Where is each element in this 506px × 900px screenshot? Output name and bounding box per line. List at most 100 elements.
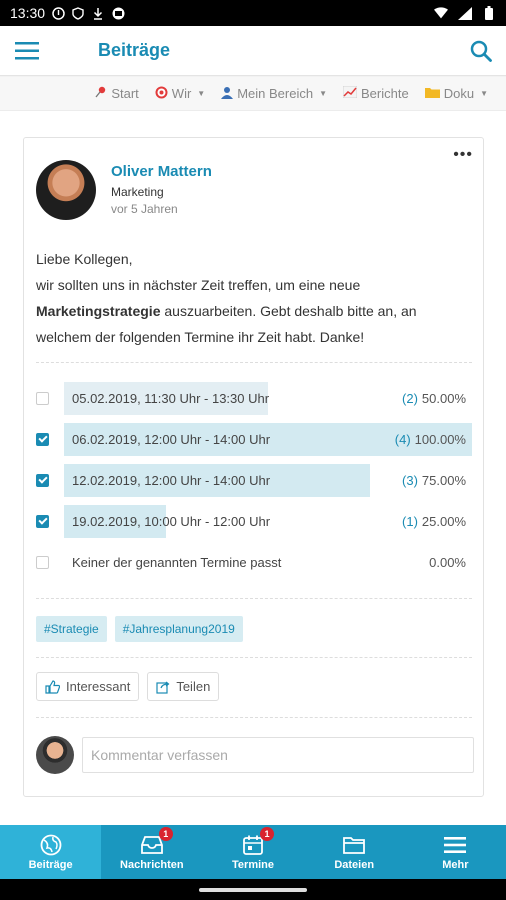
share-icon <box>156 681 170 694</box>
status-time: 13:30 <box>10 5 46 21</box>
poll-result: (2) 50.00% <box>402 391 466 406</box>
poll-option[interactable]: 06.02.2019, 12:00 Uhr - 14:00 Uhr (4) 100… <box>36 419 472 460</box>
poll-result: (3) 75.00% <box>402 473 466 488</box>
caret-down-icon: ▼ <box>197 89 206 98</box>
tab-nachrichten[interactable]: 1 Nachrichten <box>101 825 202 879</box>
tab-dateien[interactable]: Dateien <box>304 825 405 879</box>
subnav-label: Berichte <box>361 86 409 101</box>
poll-option-label: Keiner der genannten Termine passt <box>72 555 282 570</box>
subnav-item-berichte[interactable]: Berichte <box>342 85 409 101</box>
poll-count: (1) <box>402 514 418 529</box>
interesting-button[interactable]: Interessant <box>36 672 140 701</box>
interesting-label: Interessant <box>66 679 131 694</box>
poll-count: (3) <box>402 473 418 488</box>
caret-down-icon: ▼ <box>319 89 328 98</box>
poll-result: 0.00% <box>425 555 466 570</box>
tab-label: Mehr <box>442 858 469 871</box>
folder-icon <box>342 834 366 856</box>
folder-icon <box>424 86 440 101</box>
person-icon <box>221 86 234 102</box>
chart-icon <box>342 85 358 101</box>
post-text-line: Liebe Kollegen, <box>36 251 133 267</box>
subnav-item-start[interactable]: Start <box>95 86 139 101</box>
poll-option-label: 05.02.2019, 11:30 Uhr - 13:30 Uhr <box>72 391 270 406</box>
divider <box>36 598 472 599</box>
comment-input[interactable] <box>82 737 474 773</box>
calendar-icon: 1 <box>241 826 274 856</box>
poll-percent: 25.00% <box>421 514 466 529</box>
battery-icon <box>482 6 496 20</box>
divider <box>36 717 472 718</box>
post-text-line: welchem der folgenden Termine ihr Zeit h… <box>36 329 365 345</box>
sub-navigation: Start Wir ▼ Mein Bereich ▼ Berichte Doku… <box>0 77 506 111</box>
tab-mehr[interactable]: Mehr <box>405 825 506 879</box>
poll-checkbox[interactable] <box>36 556 49 569</box>
app-bar: Beiträge <box>0 26 506 76</box>
subnav-item-wir[interactable]: Wir ▼ <box>155 86 205 102</box>
post-card: ••• Oliver Mattern Marketing vor 5 Jahre… <box>23 137 484 797</box>
author-name[interactable]: Oliver Mattern <box>111 162 212 182</box>
hashtag[interactable]: #Strategie <box>36 616 107 642</box>
subnav-label: Mein Bereich <box>237 86 314 101</box>
poll-percent: 100.00% <box>414 432 466 447</box>
poll-percent: 50.00% <box>421 391 466 406</box>
search-icon <box>470 40 492 62</box>
more-options-icon[interactable]: ••• <box>453 146 473 164</box>
post-text-bold: Marketingstrategie <box>36 303 161 319</box>
poll-option[interactable]: 12.02.2019, 12:00 Uhr - 14:00 Uhr (3) 75.… <box>36 460 472 501</box>
notification-badge: 1 <box>158 826 173 841</box>
hashtag[interactable]: #Jahresplanung2019 <box>114 616 243 642</box>
poll-percent: 0.00% <box>429 555 466 570</box>
poll-option[interactable]: 19.02.2019, 10:00 Uhr - 12:00 Uhr (1) 25.… <box>36 501 472 542</box>
globe-icon <box>39 834 63 856</box>
system-gesture-bar <box>0 879 506 900</box>
poll-result: (4) 100.00% <box>395 432 466 447</box>
tab-label: Dateien <box>334 858 375 871</box>
shield-icon <box>71 6 85 20</box>
poll-option-label: 12.02.2019, 12:00 Uhr - 14:00 Uhr <box>72 473 271 488</box>
comment-composer <box>36 736 474 774</box>
download-icon <box>91 6 105 20</box>
tab-label: Nachrichten <box>120 858 184 871</box>
wifi-icon <box>434 6 448 20</box>
share-button[interactable]: Teilen <box>147 672 220 701</box>
caret-down-icon: ▼ <box>480 89 488 98</box>
poll-percent: 75.00% <box>421 473 466 488</box>
poll-result: (1) 25.00% <box>402 514 466 529</box>
tab-beitraege[interactable]: Beiträge <box>0 825 102 879</box>
subnav-item-mein-bereich[interactable]: Mein Bereich ▼ <box>221 86 327 102</box>
tab-termine[interactable]: 1 Termine <box>202 825 303 879</box>
poll-checkbox[interactable] <box>36 392 49 405</box>
post-timestamp: vor 5 Jahren <box>111 202 178 216</box>
alert-icon <box>51 6 65 20</box>
menu-icon <box>443 834 467 856</box>
poll-count: (4) <box>394 432 411 447</box>
pin-icon <box>95 86 107 101</box>
page-title: Beiträge <box>98 40 171 60</box>
target-icon <box>155 86 168 102</box>
subnav-label: Start <box>111 86 139 101</box>
subnav-item-doku[interactable]: Doku ▼ <box>424 86 488 101</box>
search-button[interactable] <box>456 26 506 76</box>
home-gesture-handle[interactable] <box>199 887 307 892</box>
post-text-line: wir sollten uns in nächster Zeit treffen… <box>36 277 361 293</box>
post-actions: Interessant Teilen <box>36 672 220 701</box>
poll-checkbox[interactable] <box>36 515 49 528</box>
poll-option-label: 06.02.2019, 12:00 Uhr - 14:00 Uhr <box>72 432 271 447</box>
poll-checkbox[interactable] <box>36 474 49 487</box>
app-notification-icon <box>111 6 125 20</box>
subnav-label: Doku <box>443 86 475 101</box>
inbox-icon: 1 <box>140 826 173 856</box>
thumbs-up-icon <box>45 679 60 694</box>
menu-button[interactable] <box>0 26 54 76</box>
bottom-navigation: Beiträge 1 Nachrichten 1 Termine Dateien… <box>0 825 506 879</box>
poll-option[interactable]: 05.02.2019, 11:30 Uhr - 13:30 Uhr (2) 50.… <box>36 378 472 419</box>
author-department: Marketing <box>111 185 164 199</box>
poll-option-label: 19.02.2019, 10:00 Uhr - 12:00 Uhr <box>72 514 271 529</box>
poll-count: (2) <box>402 391 418 406</box>
poll-checkbox[interactable] <box>36 433 49 446</box>
content-area: ••• Oliver Mattern Marketing vor 5 Jahre… <box>0 111 506 825</box>
poll-option[interactable]: Keiner der genannten Termine passt 0.00% <box>36 542 472 583</box>
author-avatar[interactable] <box>36 160 96 220</box>
status-bar: 13:30 <box>0 0 506 26</box>
